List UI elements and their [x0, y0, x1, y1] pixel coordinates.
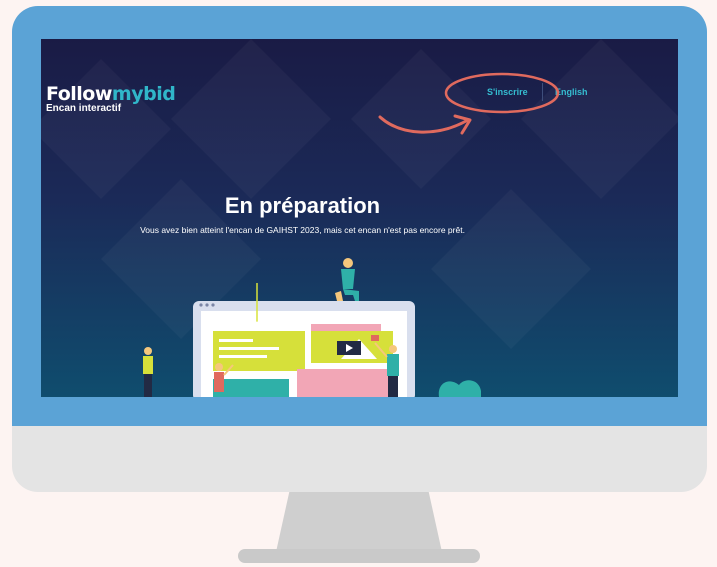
under-construction-illustration — [143, 258, 481, 397]
person-sitting — [335, 258, 359, 301]
monitor-body: Followmybid Encan interactif S'inscrire … — [12, 6, 707, 492]
monitor-stand-base — [238, 549, 480, 563]
plant — [438, 380, 481, 397]
monitor-stand-neck — [276, 492, 442, 552]
person-left — [143, 347, 153, 397]
card-yellow-left — [213, 331, 305, 371]
monitor-mockup: Followmybid Encan interactif S'inscrire … — [0, 0, 717, 567]
screen: Followmybid Encan interactif S'inscrire … — [41, 39, 678, 397]
card-bottom-right — [297, 369, 393, 397]
card-bottom-left — [213, 379, 289, 397]
